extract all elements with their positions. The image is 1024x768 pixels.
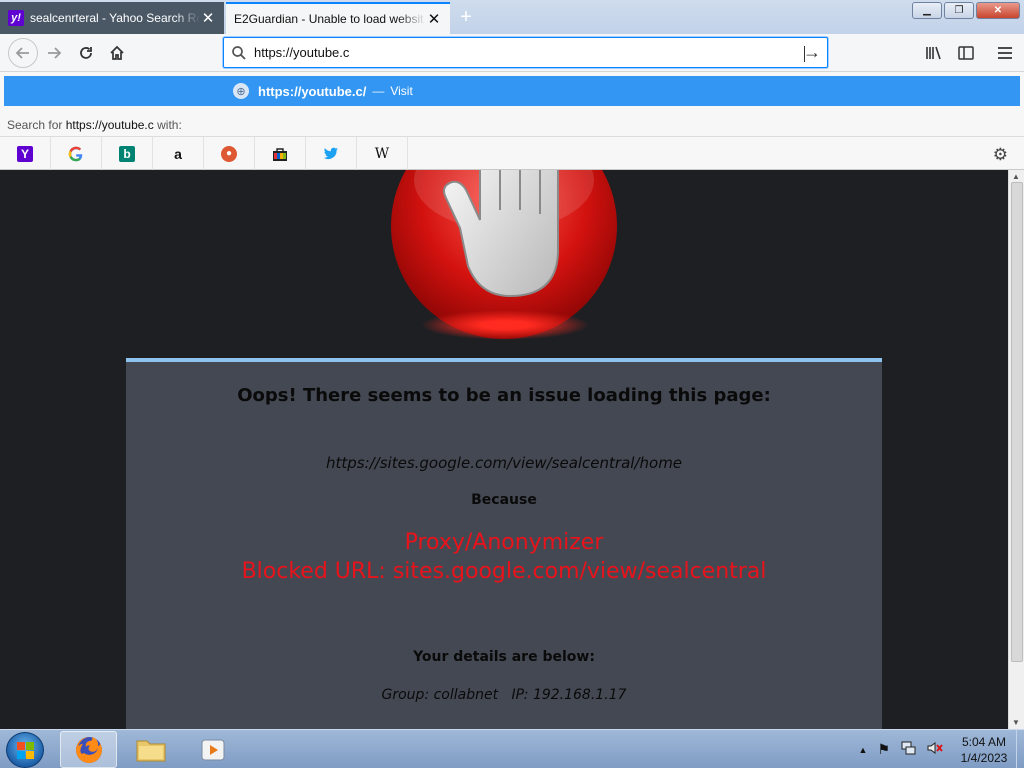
because-label: Because (471, 492, 537, 508)
url-autocomplete-popup: ⊕ https://youtube.c/ — Visit Search for … (0, 72, 1024, 171)
suggestion-separator: — (372, 84, 385, 98)
search-engine-duckduckgo[interactable]: ● (204, 136, 255, 171)
firefox-icon (75, 736, 102, 763)
taskbar-file-explorer[interactable] (122, 731, 179, 768)
clock-time: 5:04 AM (961, 734, 1007, 749)
network-icon[interactable] (900, 740, 916, 759)
show-desktop-button[interactable] (1016, 730, 1024, 768)
taskbar-media-player[interactable] (184, 731, 241, 768)
reload-button[interactable] (72, 39, 100, 67)
back-button[interactable] (8, 38, 38, 68)
details-heading: Your details are below: (413, 649, 595, 665)
twitter-icon (323, 147, 338, 159)
vertical-scrollbar[interactable]: ▲ ▼ (1008, 170, 1024, 729)
start-button[interactable] (6, 732, 44, 768)
google-icon (68, 146, 83, 161)
search-settings-gear-icon[interactable]: ⚙ (993, 145, 1008, 165)
folder-icon (136, 740, 165, 761)
close-tab-icon[interactable]: ✕ (200, 9, 216, 27)
library-icon[interactable] (920, 39, 948, 67)
action-center-flag-icon[interactable]: ⚑ (877, 741, 890, 758)
search-engine-ebay[interactable] (255, 136, 306, 171)
tab-title: sealcenrteral - Yahoo Search Re (30, 11, 200, 25)
tab-strip: y! sealcenrteral - Yahoo Search Re ✕ E2G… (0, 0, 1024, 34)
search-engine-wikipedia[interactable]: W (357, 136, 408, 171)
page-content: Oops! There seems to be an issue loading… (0, 170, 1008, 729)
search-engine-twitter[interactable] (306, 136, 357, 171)
amazon-icon: a (174, 145, 182, 162)
tab-e2guardian[interactable]: E2Guardian - Unable to load websit ✕ (226, 2, 450, 34)
search-for-label: Search for https://youtube.c with: (7, 118, 182, 132)
media-player-icon (201, 739, 224, 760)
globe-icon: ⊕ (233, 83, 249, 99)
block-category: Proxy/Anonymizer (404, 530, 604, 555)
duckduckgo-icon: ● (221, 145, 237, 162)
system-tray: ▲ ⚑ 5:04 AM 1/4/2023 (859, 730, 1014, 768)
home-icon (110, 45, 124, 60)
search-engine-yahoo[interactable]: Y (0, 136, 51, 171)
navigation-toolbar: https://youtube.c → (0, 34, 1024, 72)
error-heading: Oops! There seems to be an issue loading… (237, 385, 771, 406)
text-cursor-icon (804, 46, 805, 62)
yahoo-icon: y! (8, 10, 24, 26)
scrollbar-thumb[interactable] (1011, 182, 1023, 662)
search-engine-bing[interactable]: b (102, 136, 153, 171)
show-hidden-icons-icon[interactable]: ▲ (859, 745, 868, 755)
stop-icon-glow (420, 310, 590, 340)
restore-button[interactable]: ❐ (944, 2, 974, 19)
menu-icon[interactable] (991, 39, 1019, 67)
reload-icon (80, 47, 92, 59)
go-arrow-icon[interactable]: → (797, 42, 827, 63)
one-off-search-engines: Y b a ● W ⚙ (0, 136, 1024, 171)
close-tab-icon[interactable]: ✕ (426, 10, 442, 28)
minimize-button[interactable]: ▁ (912, 2, 942, 19)
block-reason: Blocked URL: sites.google.com/view/sealc… (241, 559, 767, 584)
wikipedia-icon: W (374, 145, 390, 162)
search-engine-google[interactable] (51, 136, 102, 171)
suggestion-url: https://youtube.c/ (258, 83, 367, 99)
user-details: Group: collabnet IP: 192.168.1.17 (381, 687, 627, 703)
search-icon (224, 45, 254, 61)
ebay-icon (273, 147, 287, 161)
clock-date: 1/4/2023 (960, 750, 1008, 765)
search-for-prefix: Search for (7, 118, 63, 132)
forward-arrow-icon (48, 47, 62, 59)
clock[interactable]: 5:04 AM 1/4/2023 (954, 734, 1014, 766)
close-window-button[interactable]: ✕ (976, 2, 1020, 19)
yahoo-icon: Y (17, 145, 33, 162)
suggestion-row-visit[interactable]: ⊕ https://youtube.c/ — Visit (4, 76, 1020, 106)
search-engine-amazon[interactable]: a (153, 136, 204, 171)
back-arrow-icon (15, 47, 29, 59)
url-bar[interactable]: https://youtube.c → (223, 37, 828, 68)
volume-muted-icon[interactable] (926, 740, 944, 759)
bing-icon: b (119, 145, 135, 162)
scroll-down-arrow-icon[interactable]: ▼ (1012, 718, 1020, 727)
new-tab-button[interactable]: + (454, 6, 478, 30)
suggestion-action: Visit (390, 84, 413, 98)
windows-logo-icon (17, 742, 34, 759)
window-controls: ▁ ❐ ✕ (912, 2, 1020, 19)
blocked-page-url: https://sites.google.com/view/sealcentra… (325, 454, 683, 472)
taskbar: ▲ ⚑ 5:04 AM 1/4/2023 (0, 729, 1024, 768)
search-for-suffix: with: (157, 118, 182, 132)
url-input[interactable]: https://youtube.c (254, 45, 797, 60)
taskbar-firefox[interactable] (60, 731, 117, 768)
forward-button[interactable] (40, 39, 68, 67)
sidebar-icon[interactable] (952, 39, 980, 67)
home-button[interactable] (103, 39, 131, 67)
search-for-query: https://youtube.c (65, 118, 154, 132)
tab-title: E2Guardian - Unable to load websit (234, 12, 424, 26)
scroll-up-arrow-icon[interactable]: ▲ (1012, 172, 1020, 181)
tab-yahoo-search[interactable]: y! sealcenrteral - Yahoo Search Re ✕ (0, 2, 224, 34)
error-card: Oops! There seems to be an issue loading… (126, 358, 882, 729)
